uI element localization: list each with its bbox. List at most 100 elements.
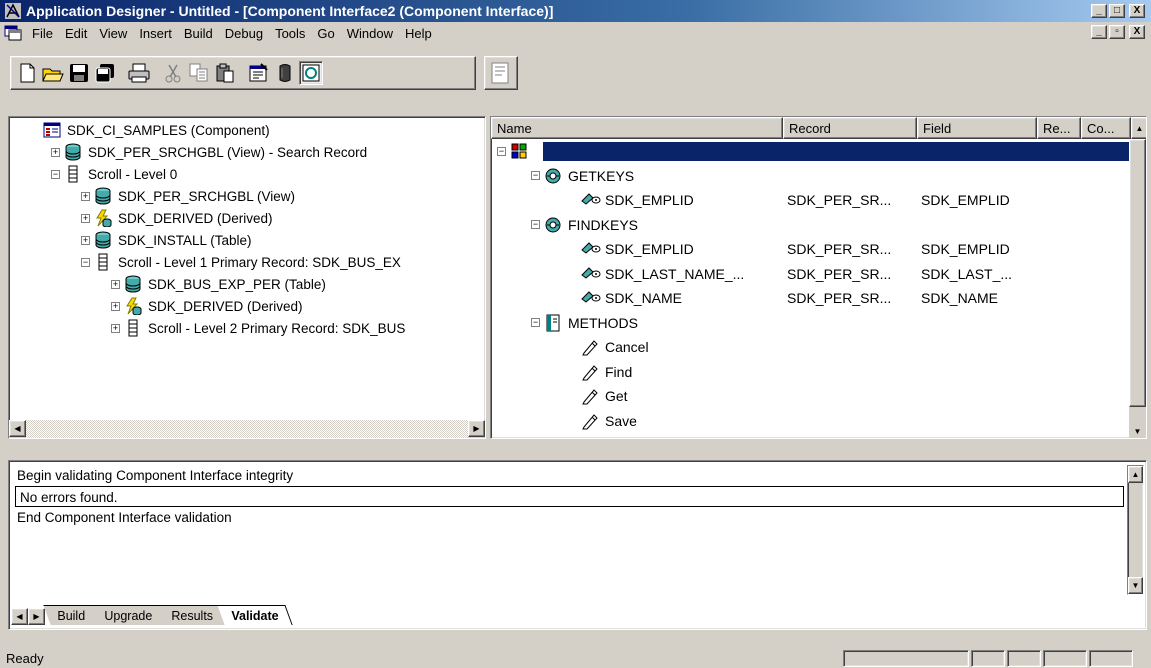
grid-row[interactable]: − FINDKEYS [491, 213, 1132, 238]
save-all-button[interactable] [93, 61, 117, 85]
column-name-header[interactable]: Name [491, 117, 783, 139]
column-re-header[interactable]: Re... [1037, 117, 1081, 139]
interface-definition-pane[interactable]: Name Record Field Re... Co... ▲ − − GETKEY… [490, 116, 1147, 439]
output-scroll-down-button[interactable]: ▼ [1128, 577, 1143, 594]
column-record-header[interactable]: Record [783, 117, 917, 139]
expand-icon[interactable]: + [111, 301, 120, 311]
grid-row[interactable]: − GETKEYS [491, 164, 1132, 189]
collapse-icon[interactable]: − [51, 169, 60, 179]
grid-cell-name: SDK_LAST_NAME_... [605, 265, 745, 282]
mdi-close-button[interactable]: X [1129, 25, 1145, 39]
menu-help[interactable]: Help [399, 26, 438, 41]
scroll-up-button[interactable]: ▲ [1131, 117, 1146, 139]
expand-icon[interactable]: + [81, 191, 90, 201]
tab-results[interactable]: Results [157, 605, 228, 625]
scroll-thumb[interactable] [1129, 139, 1146, 407]
database-icon [94, 187, 112, 205]
collapse-icon[interactable]: − [531, 220, 540, 230]
collapse-icon[interactable]: − [531, 318, 540, 328]
component-tree-pane[interactable]: SDK_CI_SAMPLES (Component) + SDK_PER_SRCHG… [8, 116, 486, 439]
expand-icon[interactable]: + [81, 213, 90, 223]
grid-row[interactable]: Get [491, 384, 1132, 409]
save-button[interactable] [67, 61, 91, 85]
tree-item[interactable]: + SDK_DERIVED (Derived) [51, 207, 481, 229]
horizontal-scrollbar[interactable]: ◀ ▶ [9, 420, 485, 438]
project-button[interactable] [273, 61, 297, 85]
output-window[interactable]: Begin validating Component Interface int… [8, 460, 1147, 630]
expand-icon[interactable]: + [111, 279, 120, 289]
menu-file[interactable]: File [26, 26, 59, 41]
scroll-right-button[interactable]: ▶ [468, 420, 485, 437]
status-text: Ready [6, 650, 44, 666]
tree-item[interactable]: + SDK_DERIVED (Derived) [51, 295, 481, 317]
maximize-button[interactable]: □ [1109, 4, 1125, 18]
component-button[interactable] [488, 61, 512, 85]
scroll-left-button[interactable]: ◀ [9, 420, 26, 437]
title-bar[interactable]: Application Designer - Untitled - [Compo… [0, 0, 1151, 22]
scrollbar-track[interactable] [26, 420, 468, 438]
tab-scroll-right-button[interactable]: ▶ [28, 608, 45, 625]
paste-button[interactable] [213, 61, 237, 85]
tab-upgrade[interactable]: Upgrade [90, 605, 167, 625]
collapse-icon[interactable]: − [497, 146, 506, 156]
tab-scroll-left-button[interactable]: ◀ [11, 608, 28, 625]
minimize-button[interactable]: _ [1091, 4, 1107, 18]
grid-row[interactable]: Save [491, 409, 1132, 434]
vertical-scrollbar[interactable]: ▼ [1129, 139, 1146, 438]
tree-item[interactable]: + SDK_INSTALL (Table) [51, 229, 481, 251]
collapse-icon[interactable]: − [531, 171, 540, 181]
copy-button[interactable] [187, 61, 211, 85]
tree-item[interactable]: + SDK_PER_SRCHGBL (View) - Search Record [51, 141, 481, 163]
database-icon [124, 275, 142, 293]
properties-button[interactable] [247, 61, 271, 85]
menu-insert[interactable]: Insert [133, 26, 178, 41]
expand-icon[interactable]: + [111, 323, 120, 333]
output-line[interactable]: No errors found. [15, 486, 1124, 507]
grid-row[interactable]: − [491, 139, 1132, 164]
tree-item[interactable]: + Scroll - Level 2 Primary Record: SDK_BU… [51, 317, 481, 339]
open-button[interactable] [41, 61, 65, 85]
tree-item[interactable]: − Scroll - Level 0 [51, 163, 481, 185]
grid-row[interactable]: Cancel [491, 335, 1132, 360]
child-window-icon[interactable] [4, 25, 22, 41]
component-icon [491, 62, 509, 84]
tree-item-label: SDK_DERIVED (Derived) [118, 210, 273, 226]
print-button[interactable] [127, 61, 151, 85]
key-icon [581, 289, 601, 307]
grid-row[interactable]: SDK_EMPLID SDK_PER_SR... SDK_EMPLID [491, 237, 1132, 262]
tree-item[interactable]: SDK_CI_SAMPLES (Component) [43, 119, 481, 141]
column-field-header[interactable]: Field [917, 117, 1037, 139]
tab-validate[interactable]: Validate [217, 605, 294, 625]
new-button[interactable] [15, 61, 39, 85]
grid-row[interactable]: SDK_EMPLID SDK_PER_SR... SDK_EMPLID [491, 188, 1132, 213]
expand-icon[interactable]: + [51, 147, 60, 157]
menu-edit[interactable]: Edit [59, 26, 93, 41]
tree-item[interactable]: + SDK_BUS_EXP_PER (Table) [51, 273, 481, 295]
tree-item[interactable]: + SDK_PER_SRCHGBL (View) [51, 185, 481, 207]
output-line[interactable]: Begin validating Component Interface int… [11, 465, 1124, 486]
menu-tools[interactable]: Tools [269, 26, 311, 41]
close-button[interactable]: X [1129, 4, 1145, 18]
grid-row[interactable]: SDK_NAME SDK_PER_SR... SDK_NAME [491, 286, 1132, 311]
output-scroll-up-button[interactable]: ▲ [1128, 466, 1143, 483]
column-co-header[interactable]: Co... [1081, 117, 1131, 139]
menu-debug[interactable]: Debug [219, 26, 269, 41]
grid-row[interactable]: SDK_LAST_NAME_... SDK_PER_SR... SDK_LAST_.… [491, 262, 1132, 287]
output-vertical-scrollbar[interactable]: ▲ ▼ [1127, 465, 1144, 595]
menu-build[interactable]: Build [178, 26, 219, 41]
cut-button[interactable] [161, 61, 185, 85]
grid-row[interactable]: Find [491, 360, 1132, 385]
menu-go[interactable]: Go [311, 26, 340, 41]
collapse-icon[interactable]: − [81, 257, 90, 267]
expand-icon[interactable]: + [81, 235, 90, 245]
menu-window[interactable]: Window [341, 26, 399, 41]
mdi-minimize-button[interactable]: _ [1091, 25, 1107, 39]
menu-view[interactable]: View [93, 26, 133, 41]
mdi-restore-button[interactable]: ▫ [1109, 25, 1125, 39]
key-icon [581, 191, 601, 209]
output-line[interactable]: End Component Interface validation [11, 507, 1124, 528]
grid-row[interactable]: − METHODS [491, 311, 1132, 336]
scroll-down-button[interactable]: ▼ [1129, 423, 1146, 438]
tree-item[interactable]: − Scroll - Level 1 Primary Record: SDK_BU… [51, 251, 481, 273]
view-definition-button[interactable] [299, 61, 323, 85]
